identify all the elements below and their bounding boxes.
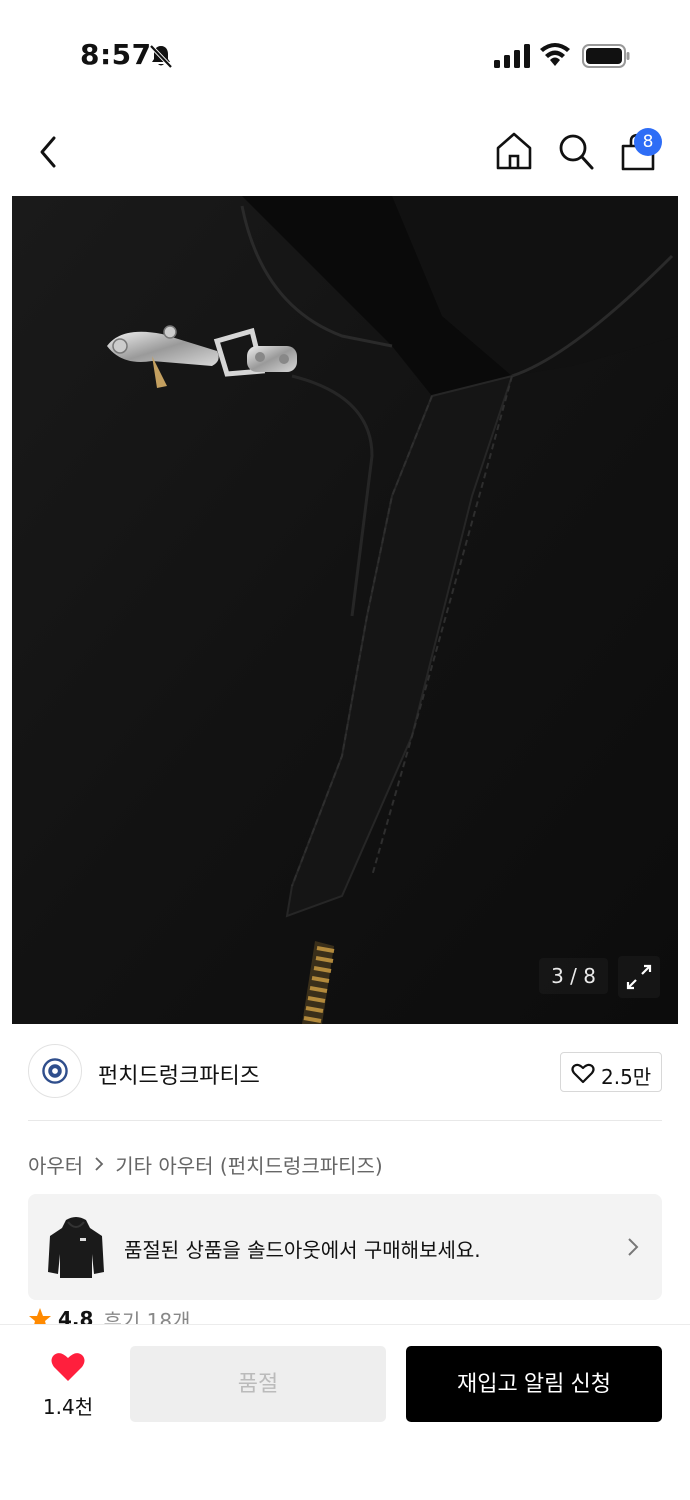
brand-row[interactable]: 펀치드렁크파티즈 2.5만: [28, 1040, 662, 1104]
heart-filled-icon[interactable]: [50, 1351, 86, 1383]
expand-icon[interactable]: [618, 956, 660, 998]
product-photo: [12, 196, 678, 1024]
breadcrumb: 아우터 기타 아우터 (펀치드렁크파티즈): [28, 1150, 383, 1178]
soldout-marketplace-banner[interactable]: 품절된 상품을 솔드아웃에서 구매해보세요.: [28, 1194, 662, 1300]
search-icon[interactable]: [556, 130, 596, 172]
hoodie-thumbnail: [48, 1217, 104, 1278]
cart-count-badge: 8: [634, 128, 662, 156]
nav-bar: [0, 110, 690, 194]
battery-icon: [582, 44, 630, 68]
heart-outline-icon: [571, 1063, 595, 1084]
brand-like-count: 2.5만: [601, 1065, 652, 1089]
breadcrumb-subcategory[interactable]: 기타 아우터 (펀치드렁크파티즈): [115, 1150, 383, 1179]
image-counter: 3 / 8: [539, 958, 608, 994]
restock-alert-button[interactable]: 재입고 알림 신청: [406, 1346, 662, 1422]
product-image-gallery[interactable]: 3 / 8: [12, 196, 678, 1024]
signal-icon: [494, 44, 530, 68]
chevron-right-icon: [95, 1157, 104, 1171]
breadcrumb-category[interactable]: 아우터: [28, 1150, 83, 1179]
brand-like-button[interactable]: 2.5만: [560, 1052, 662, 1092]
wishlist-count: 1.4천: [42, 1395, 94, 1419]
brand-name[interactable]: 펀치드렁크파티즈: [98, 1058, 260, 1090]
wifi-icon: [540, 43, 570, 66]
back-icon[interactable]: [30, 132, 66, 172]
soldout-banner-text: 품절된 상품을 솔드아웃에서 구매해보세요.: [124, 1238, 481, 1262]
home-icon[interactable]: [494, 130, 534, 172]
bottom-action-bar: 1.4천 품절 재입고 알림 신청: [0, 1324, 690, 1500]
status-bar: 8:57: [0, 0, 690, 100]
divider: [28, 1120, 662, 1121]
bell-muted-icon: [149, 44, 173, 69]
brand-logo[interactable]: [28, 1044, 82, 1098]
soldout-button: 품절: [130, 1346, 386, 1422]
chevron-right-icon: [628, 1238, 639, 1256]
status-time: 8:57: [80, 38, 152, 71]
